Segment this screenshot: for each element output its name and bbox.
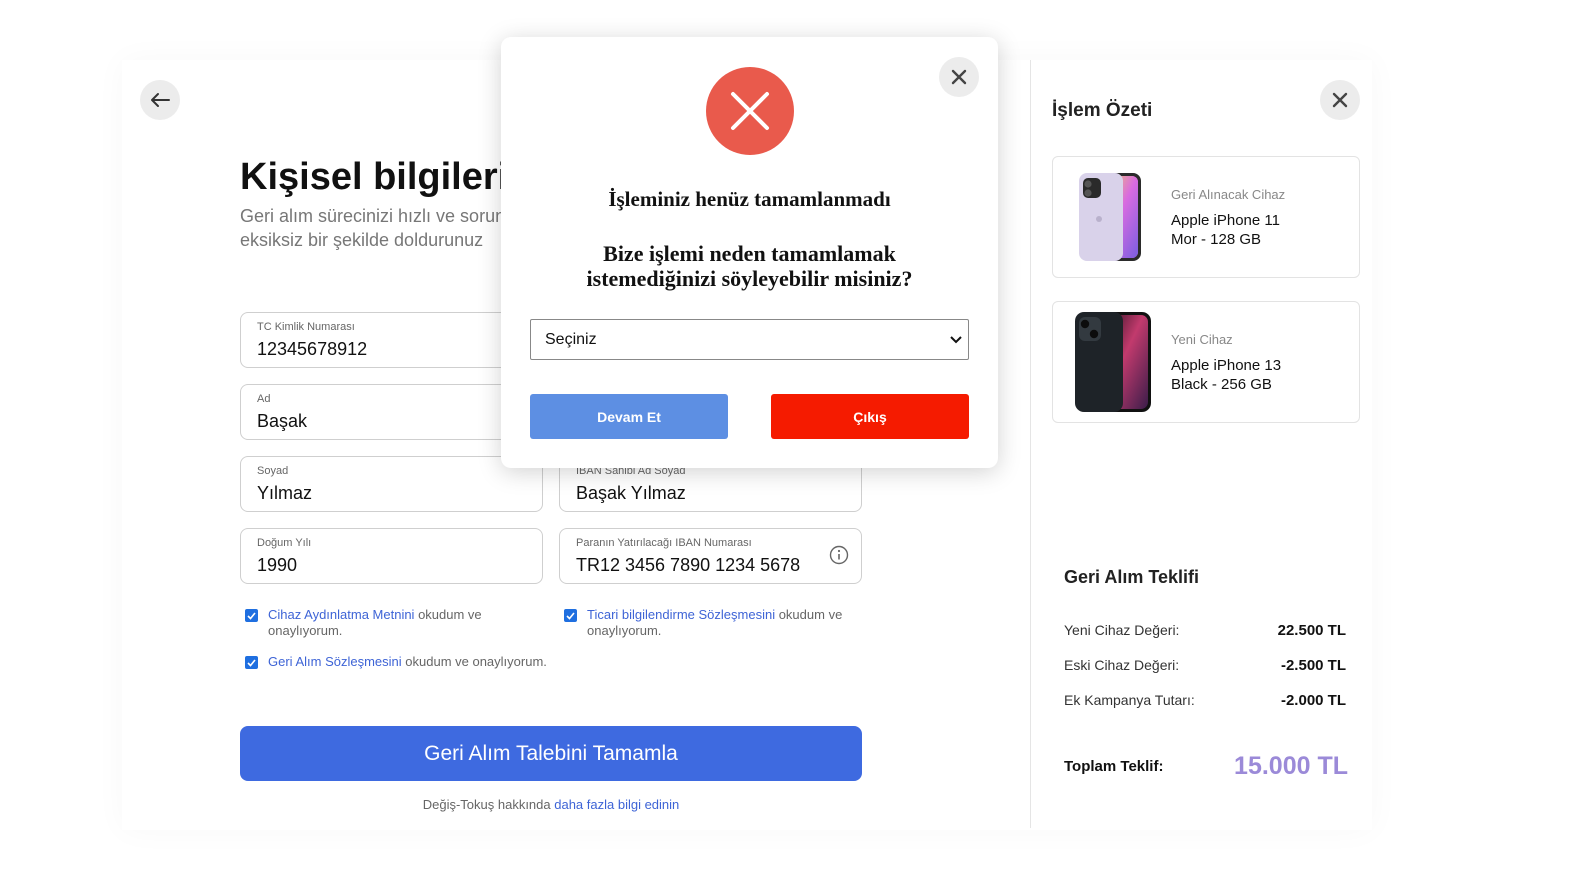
iban-value: TR12 3456 7890 1234 5678 [576, 555, 801, 575]
offer-row-new: Yeni Cihaz Değeri: 22.500 TL [1064, 622, 1346, 639]
offer-value: 22.500 TL [1277, 622, 1346, 639]
old-device-variant: Mor - 128 GB [1171, 231, 1262, 248]
soyad-value: Yılmaz [257, 483, 313, 503]
dogum-field[interactable]: Doğum Yılı 1990 [240, 528, 543, 584]
ticari-link[interactable]: Ticari bilgilendirme Sözleşmesini [587, 607, 775, 622]
modal-heading: İşleminiz henüz tamamlanmadı [608, 187, 891, 211]
summary-title: İşlem Özeti [1052, 100, 1153, 121]
offer-value: -2.500 TL [1280, 657, 1346, 674]
more-info-link[interactable]: daha fazla bilgi edinin [554, 797, 679, 812]
page-title: Kişisel bilgileri [240, 156, 509, 198]
geri-alim-link[interactable]: Geri Alım Sözleşmesini [268, 654, 402, 669]
offer-row-old: Eski Cihaz Değeri: -2.500 TL [1064, 657, 1346, 674]
consent-text: Ticari bilgilendirme Sözleşmesini okudum… [587, 607, 854, 639]
ad-field[interactable]: Ad Başak [240, 384, 543, 440]
tc-label: TC Kimlik Numarası [257, 321, 355, 333]
offer-label: Ek Kampanya Tutarı: [1064, 692, 1195, 708]
back-button[interactable] [140, 80, 180, 120]
more-text: Değiş-Tokuş hakkında [422, 797, 555, 812]
total-value: 15.000 TL [1234, 752, 1348, 780]
offer-total-row: Toplam Teklif: 15.000 TL [1064, 752, 1348, 781]
total-label: Toplam Teklif: [1064, 758, 1164, 775]
tc-field[interactable]: TC Kimlik Numarası 12345678912 [240, 312, 543, 368]
reason-select-value: Seçiniz [545, 331, 597, 348]
chevron-down-icon [950, 336, 962, 344]
new-device-model: Apple iPhone 13 [1171, 357, 1282, 374]
reason-select[interactable]: Seçiniz [530, 319, 969, 360]
subtitle-line-1: Geri alım sürecinizi hızlı ve sorunsuz [240, 206, 505, 226]
iban-owner-value: Başak Yılmaz [576, 483, 686, 503]
page-subtitle: Geri alım sürecinizi hızlı ve sorunsuz e… [240, 204, 505, 252]
offer-value: -2.000 TL [1280, 692, 1346, 709]
close-icon [951, 69, 967, 85]
arrow-left-icon [151, 93, 170, 107]
close-icon [1332, 92, 1348, 108]
iban-label: Paranın Yatırılacağı IBAN Numarası [576, 537, 752, 549]
subtitle-line-2: eksiksiz bir şekilde doldurunuz [240, 230, 484, 250]
continue-button[interactable]: Devam Et [530, 394, 728, 439]
iphone-13-image [1075, 312, 1151, 412]
modal-question: Bize işlemi neden tamamlamak istemediğin… [586, 241, 913, 291]
offer-label: Yeni Cihaz Değeri: [1064, 622, 1180, 638]
old-device-kind: Geri Alınacak Cihaz [1171, 187, 1286, 202]
exit-button[interactable]: Çıkış [771, 394, 969, 439]
consent-text: Cihaz Aydınlatma Metnini okudum ve onayl… [268, 607, 525, 639]
soyad-field[interactable]: Soyad Yılmaz [240, 456, 543, 512]
consent-aydinlatma[interactable]: Cihaz Aydınlatma Metnini okudum ve onayl… [245, 607, 525, 639]
consent-ticari[interactable]: Ticari bilgilendirme Sözleşmesini okudum… [564, 607, 854, 639]
checkbox-checked-icon[interactable] [245, 656, 258, 669]
submit-button[interactable]: Geri Alım Talebini Tamamla [240, 726, 862, 781]
close-summary-button[interactable] [1320, 80, 1360, 120]
iphone-11-image [1079, 173, 1141, 261]
panel-divider [1030, 60, 1031, 828]
offer-row-campaign: Ek Kampanya Tutarı: -2.000 TL [1064, 692, 1346, 709]
modal-close-button[interactable] [939, 57, 979, 97]
iban-field[interactable]: Paranın Yatırılacağı IBAN Numarası TR12 … [559, 528, 862, 584]
offer-label: Eski Cihaz Değeri: [1064, 657, 1180, 673]
exit-survey-modal: İşleminiz henüz tamamlanmadı Bize işlemi… [501, 37, 998, 468]
soyad-label: Soyad [257, 465, 289, 477]
info-icon[interactable] [829, 545, 849, 570]
new-device-name: Apple iPhone 13 Black - 256 GB [1171, 356, 1281, 394]
ad-label: Ad [257, 393, 271, 405]
more-info: Değiş-Tokuş hakkında daha fazla bilgi ed… [240, 797, 862, 812]
error-icon [706, 67, 794, 155]
old-device-model: Apple iPhone 11 [1171, 212, 1280, 229]
checkbox-checked-icon[interactable] [245, 609, 258, 622]
aydinlatma-link[interactable]: Cihaz Aydınlatma Metnini [268, 607, 414, 622]
consent-text: Geri Alım Sözleşmesini okudum ve onaylıy… [268, 654, 547, 670]
dogum-value: 1990 [257, 555, 298, 575]
checkbox-checked-icon[interactable] [564, 609, 577, 622]
new-device-variant: Black - 256 GB [1171, 376, 1272, 393]
dogum-label: Doğum Yılı [257, 537, 312, 549]
offer-title: Geri Alım Teklifi [1064, 567, 1200, 587]
ad-value: Başak [257, 411, 308, 431]
old-device-name: Apple iPhone 11 Mor - 128 GB [1171, 211, 1280, 249]
tc-value: 12345678912 [257, 339, 368, 359]
consent-geri-alim[interactable]: Geri Alım Sözleşmesini okudum ve onaylıy… [245, 654, 645, 670]
consent-suffix: okudum ve onaylıyorum. [401, 654, 547, 669]
new-device-card: Yeni Cihaz Apple iPhone 13 Black - 256 G… [1052, 301, 1360, 423]
new-device-kind: Yeni Cihaz [1171, 332, 1233, 347]
old-device-card: Geri Alınacak Cihaz Apple iPhone 11 Mor … [1052, 156, 1360, 278]
